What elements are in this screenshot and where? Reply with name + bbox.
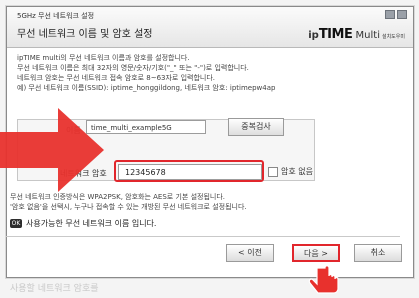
- checkbox-icon[interactable]: [268, 166, 278, 177]
- info-line: 예) 무선 네트워크 이름(SSID): iptime_honggildong,…: [17, 84, 276, 92]
- info-line: 네트워크 암호는 무선 네트워크 접속 암호로 8~63자로 입력합니다.: [17, 74, 216, 82]
- close-icon[interactable]: [397, 10, 407, 19]
- minimize-icon[interactable]: [385, 10, 395, 19]
- pointer-arrow-icon: [0, 108, 104, 192]
- duplicate-check-button[interactable]: 중복검사: [228, 118, 284, 136]
- info-line: ipTIME multi의 무선 네트워크 이름과 암호를 설정합니다.: [17, 54, 190, 62]
- no-password-checkbox[interactable]: 암호 없음: [268, 166, 313, 177]
- window-subtitle: 5GHz 무선 네트워크 설정: [17, 12, 95, 20]
- next-button[interactable]: 다음 >: [292, 244, 340, 262]
- password-input[interactable]: 12345678: [118, 164, 262, 180]
- cancel-button[interactable]: 취소: [354, 244, 402, 262]
- note-line: '암호 없음'을 선택시, 누구나 접속할 수 있는 개방된 무선 네트워크로 …: [10, 203, 247, 211]
- hand-cursor-icon: [308, 266, 339, 294]
- window-title: 무선 네트워크 이름 및 암호 설정: [17, 29, 153, 40]
- window-controls: [385, 10, 407, 19]
- no-password-label: 암호 없음: [281, 167, 313, 176]
- status-text: 사용가능한 무선 네트워크 이름 입니다.: [26, 219, 157, 228]
- caption: 사용할 네트워크 암호를: [10, 284, 99, 294]
- status-message: OK 사용가능한 무선 네트워크 이름 입니다.: [10, 218, 156, 229]
- divider: [6, 236, 400, 237]
- window-header: 5GHz 무선 네트워크 설정 무선 네트워크 이름 및 암호 설정 ipTIM…: [7, 7, 413, 48]
- brand-logo: ipTIME Multi 설치도우미: [308, 27, 405, 42]
- info-text: ipTIME multi의 무선 네트워크 이름과 암호를 설정합니다. 무선 …: [17, 53, 405, 93]
- ok-badge: OK: [10, 219, 22, 228]
- prev-button[interactable]: < 이전: [226, 244, 274, 262]
- info-line: 무선 네트워크 이름은 최대 32자의 영문/숫자/기호("_" 또는 "-")…: [17, 64, 249, 72]
